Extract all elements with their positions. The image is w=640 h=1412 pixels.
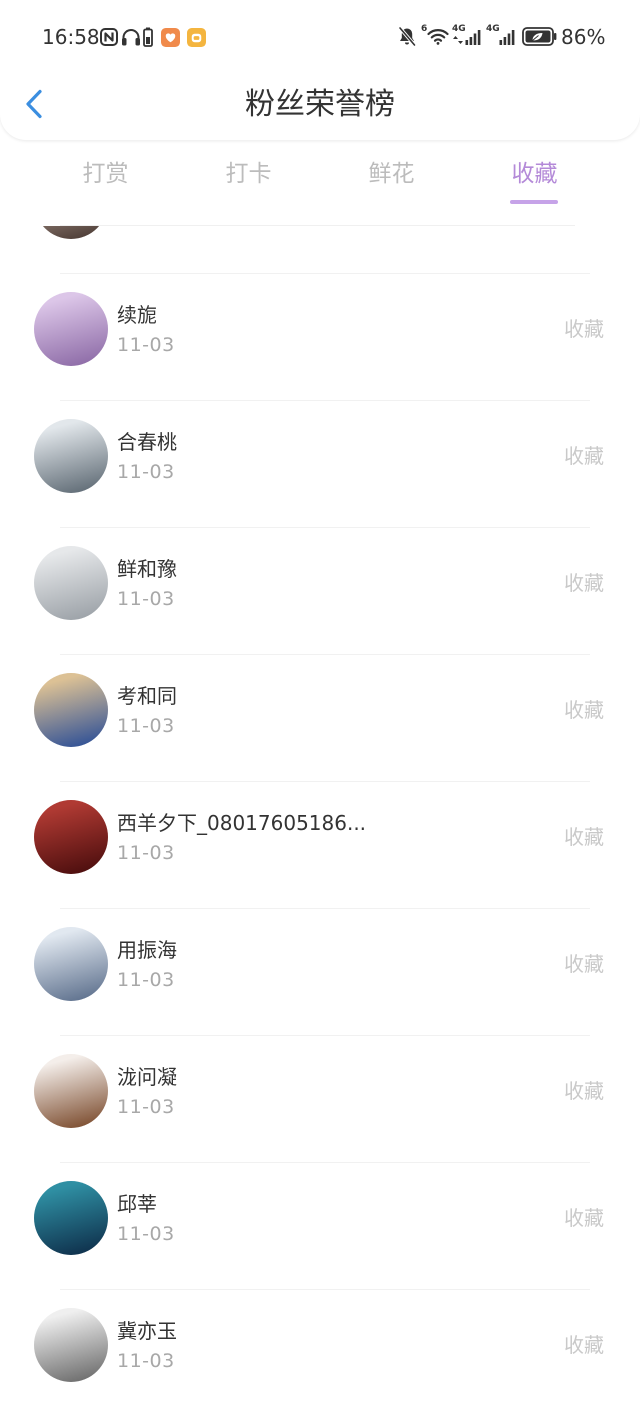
list-item[interactable]: 冀亦玉 11-03 收藏 — [0, 1289, 640, 1412]
avatar[interactable] — [34, 546, 108, 620]
list-item[interactable]: 邱莘 11-03 收藏 — [0, 1162, 640, 1289]
divider — [60, 1162, 590, 1163]
tab-flowers[interactable]: 鲜花 — [320, 159, 463, 189]
mute-icon — [398, 26, 416, 47]
divider — [60, 908, 590, 909]
divider — [60, 781, 590, 782]
avatar[interactable] — [34, 292, 108, 366]
list-item[interactable]: 泷问凝 11-03 收藏 — [0, 1035, 640, 1162]
network-type-label: 4G — [452, 24, 466, 34]
list-item[interactable]: 考和同 11-03 收藏 — [0, 654, 640, 781]
action-type-label: 收藏 — [564, 1079, 604, 1103]
fan-name: 考和同 — [117, 684, 177, 708]
nfc-icon — [100, 28, 118, 46]
fan-name: 鲜和豫 — [117, 557, 177, 581]
list-item[interactable]: 用振海 11-03 收藏 — [0, 908, 640, 1035]
status-bar: 16:58 6 4G 4G 86% — [0, 0, 640, 72]
divider — [60, 273, 590, 274]
battery-icon — [522, 27, 557, 46]
date: 11-03 — [117, 1223, 175, 1245]
date: 11-03 — [117, 1350, 175, 1372]
fan-name: 泷问凝 — [117, 1065, 177, 1089]
headphones-icon — [121, 28, 141, 46]
date: 11-03 — [117, 969, 175, 991]
fan-name: 用振海 — [117, 938, 177, 962]
date: 11-03 — [117, 588, 175, 610]
tab-favorites[interactable]: 收藏 — [463, 159, 606, 204]
list-item[interactable]: 鲜和豫 11-03 收藏 — [0, 527, 640, 654]
avatar[interactable] — [34, 419, 108, 493]
tab-label: 打卡 — [225, 161, 272, 187]
list-item[interactable]: 西羊夕下_08017605186... 11-03 收藏 — [0, 781, 640, 908]
action-type-label: 收藏 — [564, 825, 604, 849]
network-type-label: 4G — [486, 24, 500, 34]
chevron-left-icon[interactable] — [24, 89, 44, 119]
action-type-label: 收藏 — [564, 1206, 604, 1230]
fan-name: 冀亦玉 — [117, 1319, 177, 1343]
action-type-label: 收藏 — [564, 1333, 604, 1357]
divider — [60, 225, 575, 226]
signal-icon: 4G — [452, 24, 482, 46]
tab-label: 鲜花 — [368, 161, 415, 187]
action-type-label: 收藏 — [564, 444, 604, 468]
action-type-label: 收藏 — [564, 571, 604, 595]
fan-name: 西羊夕下_08017605186... — [117, 811, 367, 835]
fan-name: 续旎 — [117, 303, 157, 327]
avatar[interactable] — [34, 673, 108, 747]
list-item[interactable]: 续旎 11-03 收藏 — [0, 273, 640, 400]
active-tab-indicator — [510, 200, 558, 204]
tab-tips[interactable]: 打赏 — [34, 159, 177, 189]
tab-label: 收藏 — [511, 161, 558, 187]
divider — [60, 400, 590, 401]
wifi-icon: 6 — [421, 24, 449, 46]
battery-percent: 86% — [561, 25, 606, 49]
fan-name: 合春桃 — [117, 430, 177, 454]
tab-bar: 打赏 打卡 鲜花 收藏 — [0, 140, 640, 226]
fan-name: 邱莘 — [117, 1192, 157, 1216]
action-type-label: 收藏 — [564, 698, 604, 722]
avatar[interactable] — [34, 1308, 108, 1382]
app-notification-icon — [161, 28, 180, 47]
divider — [60, 654, 590, 655]
signal-icon: 4G — [486, 24, 516, 46]
date: 11-03 — [117, 461, 175, 483]
divider — [60, 1035, 590, 1036]
action-type-label: 收藏 — [564, 317, 604, 341]
avatar[interactable] — [34, 927, 108, 1001]
divider — [60, 527, 590, 528]
date: 11-03 — [117, 842, 175, 864]
tab-checkin[interactable]: 打卡 — [177, 159, 320, 189]
fan-list[interactable]: 续旎 11-03 收藏 合春桃 11-03 收藏 鲜和豫 11-03 收藏 考和… — [0, 146, 640, 1412]
clock: 16:58 — [42, 25, 100, 49]
date: 11-03 — [117, 1096, 175, 1118]
date: 11-03 — [117, 715, 175, 737]
avatar[interactable] — [34, 1054, 108, 1128]
action-type-label: 收藏 — [564, 952, 604, 976]
list-item[interactable]: 合春桃 11-03 收藏 — [0, 400, 640, 527]
tab-label: 打赏 — [82, 161, 129, 187]
page-title: 粉丝荣誉榜 — [245, 87, 395, 122]
avatar[interactable] — [34, 1181, 108, 1255]
avatar[interactable] — [34, 800, 108, 874]
app-notification-icon — [187, 28, 206, 47]
divider — [60, 1289, 590, 1290]
battery-saver-icon — [143, 27, 153, 47]
date: 11-03 — [117, 334, 175, 356]
